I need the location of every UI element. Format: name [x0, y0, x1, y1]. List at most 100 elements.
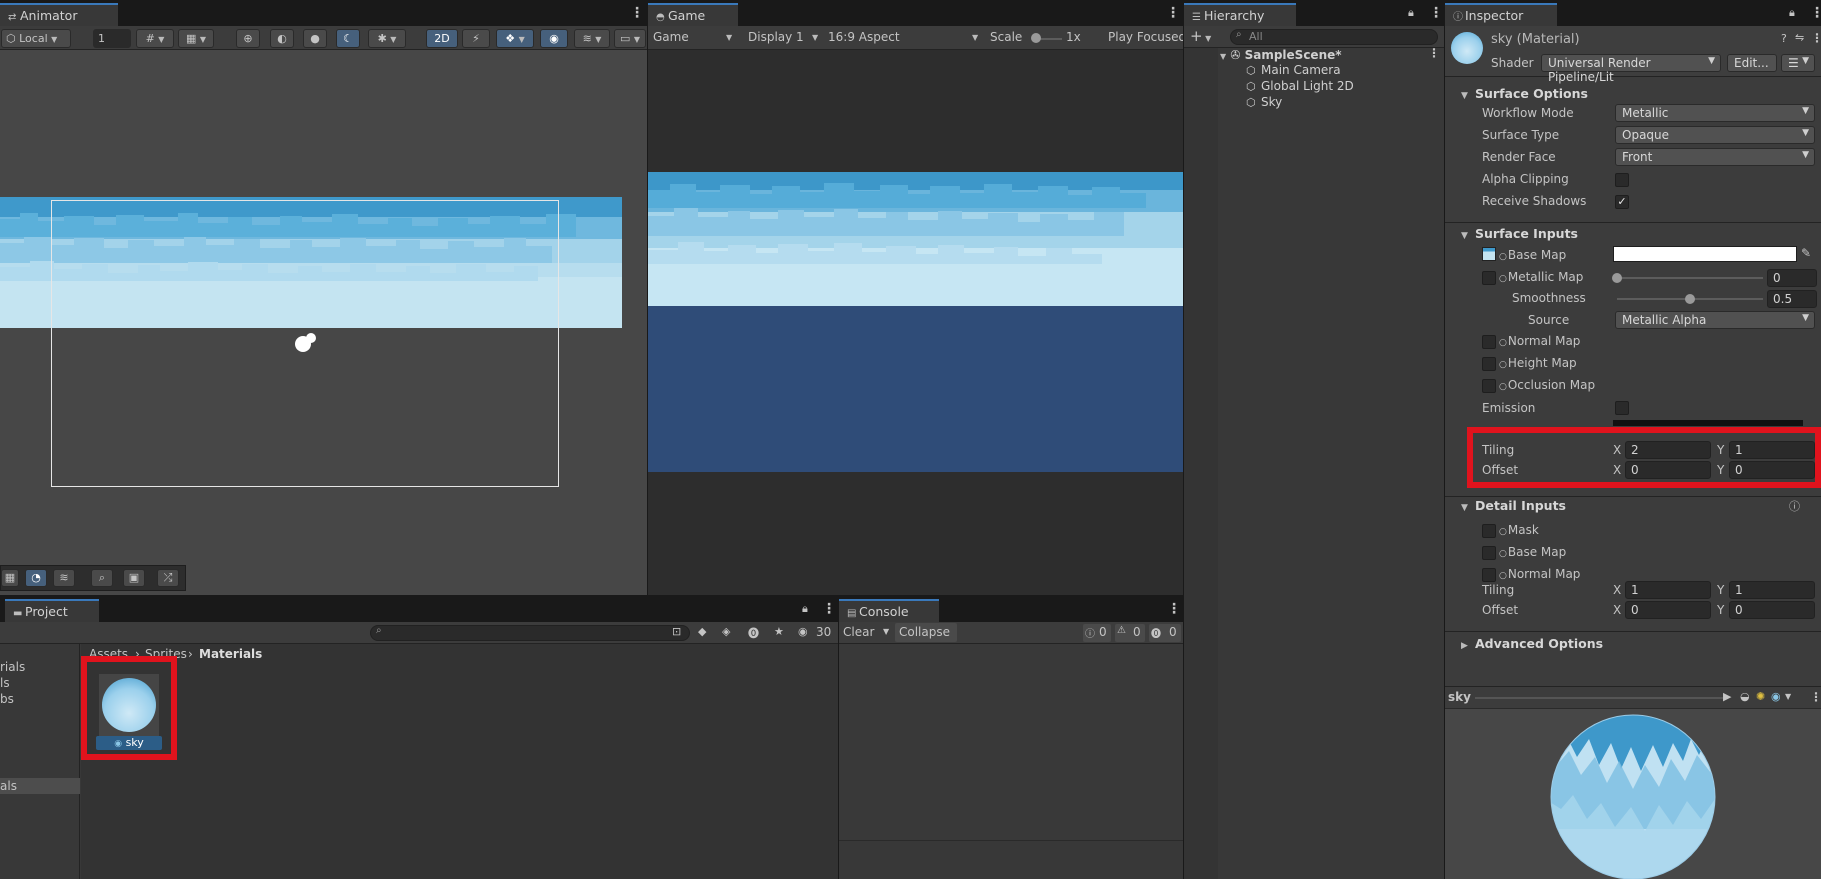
sidebar-item-selected[interactable]: als — [0, 778, 80, 794]
alpha-clipping-checkbox[interactable] — [1615, 173, 1629, 187]
detail-offset-y-field[interactable]: 0 — [1729, 601, 1815, 619]
preview-menu-icon[interactable]: ⋮ — [1810, 690, 1821, 704]
hidden-count-eye-icon[interactable]: ◉ — [798, 625, 808, 638]
star-icon[interactable]: ★ — [774, 625, 784, 638]
global-gizmo-button[interactable]: ⊕ — [236, 29, 260, 48]
effects-button[interactable]: ❖ ▼ — [496, 29, 534, 48]
normal-map-slot[interactable] — [1482, 335, 1496, 349]
project-menu-icon[interactable]: ⋮ — [822, 601, 836, 617]
display-dropdown[interactable]: Display 1 — [748, 30, 804, 44]
metallic-slider-knob[interactable] — [1612, 273, 1622, 283]
scene-view[interactable]: ▦ ◔ ≋ ⌕ ▣ ⤮ — [0, 50, 647, 595]
tab-animator[interactable]: ⇄ Animator — [0, 3, 118, 26]
clear-button[interactable]: Clear — [843, 625, 874, 639]
camera-gizmo-icon[interactable] — [293, 332, 316, 352]
scene-root[interactable]: ▼ ✇ SampleScene* — [1220, 48, 1342, 62]
eyedropper-icon[interactable]: ✎ — [1801, 246, 1811, 260]
create-button[interactable]: + ▼ — [1190, 27, 1211, 45]
hierarchy-item-sky[interactable]: ⬡ Sky — [1246, 95, 1282, 109]
hierarchy-item-global-light[interactable]: ⬡ Global Light 2D — [1246, 79, 1354, 93]
lock-icon[interactable]: 🔒︎ — [802, 602, 808, 616]
hierarchy-item-main-camera[interactable]: ⬡ Main Camera — [1246, 63, 1341, 77]
unlit-mode-button[interactable]: ● — [303, 29, 327, 48]
visibility-button[interactable]: ◉ — [540, 29, 568, 48]
lighting-mode-button[interactable]: ☾ — [336, 29, 360, 48]
metallic-value-field[interactable]: 0 — [1767, 269, 1817, 287]
emission-color-field[interactable] — [1613, 420, 1803, 426]
metallic-map-slot[interactable] — [1482, 271, 1496, 285]
edit-shader-button[interactable]: Edit... — [1727, 54, 1777, 72]
orbit-tool[interactable]: ◔ — [25, 569, 47, 587]
shaded-mode-button[interactable]: ◐ — [270, 29, 294, 48]
base-map-color-field[interactable] — [1613, 246, 1797, 262]
warning-filter-button[interactable]: ⚠ 0 — [1115, 624, 1145, 642]
tab-project[interactable]: ▬ Project — [5, 599, 99, 622]
preview-drag-handle[interactable] — [1475, 697, 1725, 699]
project-search-input[interactable]: ⌕ — [370, 625, 690, 641]
tab-game[interactable]: ◓ Game — [648, 3, 738, 26]
preset-icon[interactable]: ⇋ — [1795, 31, 1804, 44]
preview-shape-icon[interactable]: ◒ — [1740, 690, 1750, 703]
advanced-options-header[interactable]: ▶ Advanced Options — [1445, 636, 1821, 656]
smoothness-value-field[interactable]: 0.5 — [1767, 290, 1817, 308]
help-icon[interactable]: ? — [1781, 32, 1787, 45]
workflow-mode-dropdown[interactable]: Metallic ▼ — [1615, 104, 1815, 122]
light-icon[interactable]: ✺ — [1756, 690, 1765, 703]
camera-tool[interactable]: ▣ — [123, 569, 145, 587]
mode-2d-button[interactable]: 2D — [426, 29, 458, 48]
detail-offset-x-field[interactable]: 0 — [1625, 601, 1711, 619]
surface-inputs-header[interactable]: ▼ Surface Inputs — [1445, 226, 1821, 246]
sidebar-item-materials[interactable]: rials — [0, 660, 25, 674]
receive-shadows-checkbox[interactable]: ✓ — [1615, 195, 1629, 209]
label-icon[interactable]: ◈ — [722, 625, 730, 638]
error-filter-button[interactable]: ⓿ 0 — [1149, 624, 1181, 642]
sidebar-item-prefabs[interactable]: bs — [0, 692, 14, 706]
emission-checkbox[interactable] — [1615, 401, 1629, 415]
detail-tiling-x-field[interactable]: 1 — [1625, 581, 1711, 599]
tab-hierarchy[interactable]: ☰ Hierarchy — [1184, 3, 1296, 26]
game-render[interactable] — [648, 50, 1183, 595]
zoom-tool[interactable]: ⌕ — [91, 569, 113, 587]
aspect-dropdown[interactable]: 16:9 Aspect — [828, 30, 900, 44]
hierarchy-menu-icon[interactable]: ⋮ — [1429, 5, 1443, 21]
metallic-slider[interactable] — [1617, 277, 1763, 279]
tab-console[interactable]: ▤ Console — [839, 599, 939, 622]
shuffle-tool[interactable]: ⤮ — [157, 569, 179, 587]
game-view-dropdown[interactable]: Game — [653, 30, 689, 44]
log-filter-button[interactable]: ⓘ 0 — [1083, 624, 1111, 642]
scale-slider-knob[interactable] — [1031, 33, 1041, 43]
occlusion-map-slot[interactable] — [1482, 379, 1496, 393]
lock-icon[interactable]: 🔒︎ — [1408, 6, 1414, 20]
lock-icon[interactable]: 🔒︎ — [1789, 6, 1795, 20]
clear-options-dropdown[interactable]: ▼ — [883, 627, 889, 636]
tab-inspector[interactable]: ⓘ Inspector — [1445, 3, 1557, 26]
surface-options-header[interactable]: ▼ Surface Options — [1445, 86, 1821, 106]
play-icon[interactable]: ▶ — [1723, 690, 1731, 703]
base-map-thumbnail[interactable] — [1482, 247, 1496, 261]
layers-tool[interactable]: ≋ — [53, 569, 75, 587]
grid-visibility-button[interactable]: ▦ ▼ — [178, 29, 214, 48]
collapse-button[interactable]: Collapse — [895, 623, 957, 642]
debug-draw-button[interactable]: ✱ ▼ — [368, 29, 406, 48]
play-mode-dropdown[interactable]: Play Focused — [1108, 30, 1183, 44]
pivot-dropdown[interactable]: ⬡ Local ▼ — [1, 29, 71, 48]
chevron-down-icon[interactable]: ▼ — [1785, 692, 1791, 701]
shader-options-button[interactable]: ☰ ▼ — [1781, 54, 1815, 72]
console-menu-icon[interactable]: ⋮ — [1167, 601, 1181, 617]
breadcrumb-current[interactable]: Materials — [199, 647, 262, 661]
console-log-area[interactable] — [839, 644, 1183, 841]
detail-mask-slot[interactable] — [1482, 524, 1496, 538]
console-detail-area[interactable] — [839, 842, 1183, 879]
detail-normal-map-slot[interactable] — [1482, 568, 1496, 582]
detail-inputs-header[interactable]: ▼ Detail Inputs — [1445, 498, 1821, 518]
render-face-dropdown[interactable]: Front ▼ — [1615, 148, 1815, 166]
search-by-type-icon[interactable]: ⊡ — [672, 625, 681, 638]
filter-type-icon[interactable]: ◆ — [698, 625, 706, 638]
detail-help-icon[interactable]: ⓘ — [1789, 498, 1800, 514]
shader-dropdown[interactable]: Universal Render Pipeline/Lit ▼ — [1541, 54, 1721, 84]
game-menu-icon[interactable]: ⋮ — [1166, 5, 1180, 21]
animator-menu-icon[interactable]: ⋮ — [630, 5, 644, 21]
sidebar-item-models[interactable]: ls — [0, 676, 10, 690]
header-menu-icon[interactable]: ⋮ — [1811, 31, 1821, 45]
layers-button[interactable]: ≋ ▼ — [574, 29, 610, 48]
